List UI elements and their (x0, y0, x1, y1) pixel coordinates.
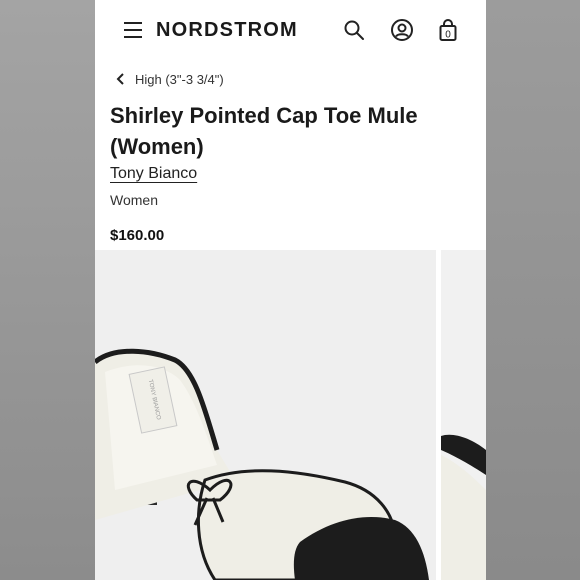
product-title: Shirley Pointed Cap Toe Mule (Women) (110, 103, 418, 159)
next-shoe-illustration (441, 250, 486, 580)
brand-link[interactable]: Tony Bianco (110, 165, 197, 183)
next-product-image[interactable] (441, 250, 486, 580)
product-image[interactable]: TONY BIANCO (95, 250, 436, 580)
menu-icon[interactable] (124, 22, 142, 38)
background-right (486, 0, 580, 580)
background-left (0, 0, 95, 580)
phone-screen: NORDSTROM 0 High (3"-3 3/4") Shirley Poi… (95, 0, 486, 580)
product-price: $160.00 (110, 227, 165, 244)
breadcrumb-label: High (3"-3 3/4") (135, 71, 224, 87)
account-icon[interactable] (390, 18, 414, 42)
shoe-illustration: TONY BIANCO (95, 250, 436, 580)
product-image-carousel[interactable]: TONY BIANCO (95, 250, 486, 580)
gender-label: Women (110, 192, 158, 208)
chevron-left-icon (116, 73, 124, 85)
bag-icon[interactable]: 0 (436, 18, 460, 42)
bag-count: 0 (445, 30, 451, 41)
breadcrumb[interactable]: High (3"-3 3/4") (115, 70, 224, 88)
nordstrom-logo[interactable]: NORDSTROM (156, 19, 298, 42)
top-nav-bar: NORDSTROM 0 (95, 0, 486, 62)
search-icon[interactable] (342, 18, 366, 42)
